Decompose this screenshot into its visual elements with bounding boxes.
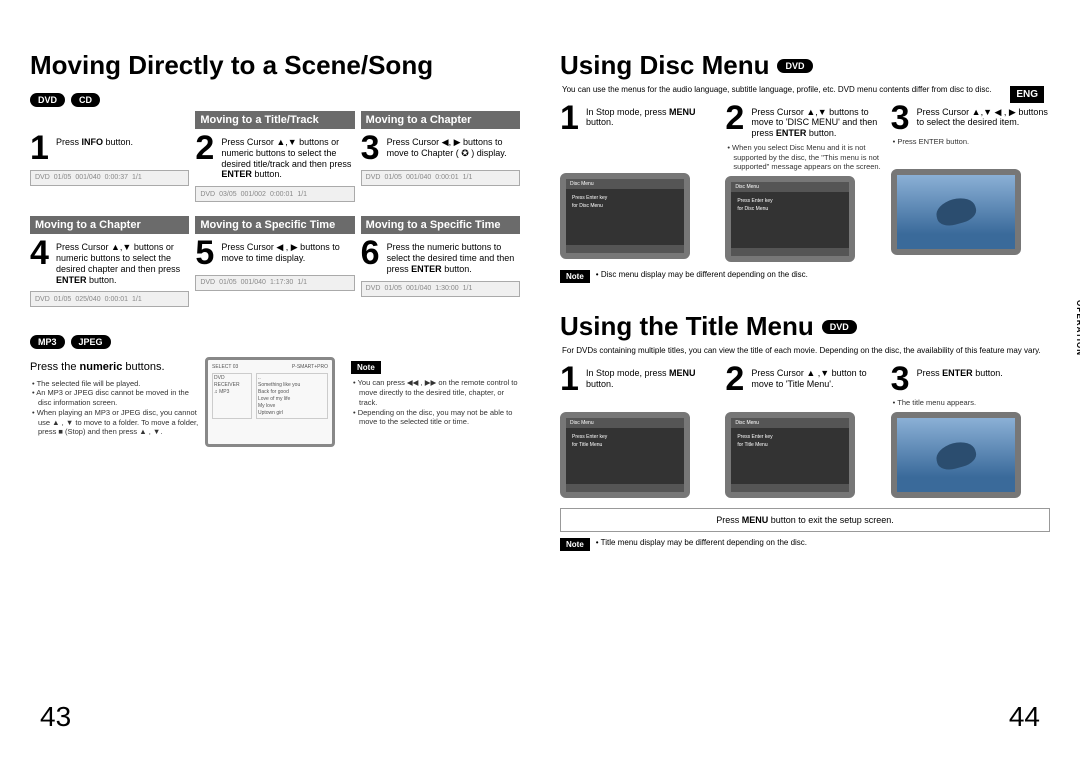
step-6: Moving to a Specific Time 6 Press the nu…	[361, 216, 520, 307]
title-menu-title: Using the Title Menu DVD	[560, 311, 1050, 342]
left-page: Moving Directly to a Scene/Song DVD CD .…	[30, 50, 520, 743]
cd-pill: CD	[71, 93, 100, 107]
page-spread: Moving Directly to a Scene/Song DVD CD .…	[0, 0, 1080, 763]
right-page-number: 44	[1009, 701, 1040, 733]
title-menu-intro: For DVDs containing multiple titles, you…	[562, 346, 1050, 356]
dvd-pill: DVD	[30, 93, 65, 107]
tv-screen: Disc Menu Press Enter keyfor Title Menu	[725, 412, 855, 498]
right-page: Using Disc Menu DVD You can use the menu…	[560, 50, 1050, 743]
tv-screen-dolphin	[891, 169, 1021, 255]
bottom-bullets: The selected file will be played. An MP3…	[30, 379, 199, 438]
disc-step-3: 3 Press Cursor ▲,▼ ◀ , ▶ buttons to sele…	[891, 103, 1050, 263]
info-bar: DVD01/05025/0400:00:011/1	[30, 291, 189, 307]
tv-screen: Disc Menu Press Enter keyfor Disc Menu	[725, 176, 855, 262]
step-text: Press	[56, 137, 82, 147]
disc-step-2: 2 Press Cursor ▲,▼ buttons to move to 'D…	[725, 103, 884, 263]
jpeg-pill: JPEG	[71, 335, 111, 349]
info-bar: DVD01/05001/0400:00:011/1	[361, 170, 520, 186]
dvd-pill: DVD	[777, 59, 812, 73]
left-page-number: 43	[40, 701, 71, 733]
exit-note: Press MENU button to exit the setup scre…	[560, 508, 1050, 532]
bottom-pills: MP3 JPEG	[30, 335, 520, 349]
title-step-2: 2 Press Cursor ▲ ,▼ button to move to 'T…	[725, 364, 884, 499]
title-step-3: 3 Press ENTER button. The title menu app…	[891, 364, 1050, 499]
step-4: Moving to a Chapter 4 Press Cursor ▲,▼ b…	[30, 216, 189, 307]
mp3-pill: MP3	[30, 335, 65, 349]
step-1: . 1 Press INFO button. DVD01/05001/0400:…	[30, 111, 189, 202]
info-bar: DVD01/05001/0401:17:301/1	[195, 275, 354, 291]
disc-menu-steps: 1 In Stop mode, press MENU button. Disc …	[560, 103, 1050, 263]
info-bar: DVD01/05001/0401:30:001/1	[361, 281, 520, 297]
disc-menu-title: Using Disc Menu DVD	[560, 50, 1050, 81]
info-bar: DVD03/05001/0020:00:011/1	[195, 186, 354, 202]
step-num: 1	[30, 133, 52, 164]
step-row-2: Moving to a Chapter 4 Press Cursor ▲,▼ b…	[30, 216, 520, 307]
operation-side-label: OPERATION	[1075, 300, 1080, 356]
note-bullets: You can press ◀◀ , ▶▶ on the remote cont…	[351, 378, 520, 427]
title-step-1: 1 In Stop mode, press MENU button. Disc …	[560, 364, 719, 499]
info-bar: DVD01/05001/0400:00:371/1	[30, 170, 189, 186]
top-pills: DVD CD	[30, 93, 520, 107]
title-menu-note: Note • Title menu display may be differe…	[560, 538, 1050, 551]
dvd-pill: DVD	[822, 320, 857, 334]
bottom-row: Press the numeric buttons. The selected …	[30, 353, 520, 447]
step-5: Moving to a Specific Time 5 Press Cursor…	[195, 216, 354, 307]
tv-screen: Disc Menu Press Enter keyfor Disc Menu	[560, 173, 690, 259]
tv-screen: Disc Menu Press Enter keyfor Title Menu	[560, 412, 690, 498]
step-3: Moving to a Chapter 3 Press Cursor ◀, ▶ …	[361, 111, 520, 202]
title-menu-steps: 1 In Stop mode, press MENU button. Disc …	[560, 364, 1050, 499]
note-label: Note	[351, 361, 381, 374]
disc-menu-intro: You can use the menus for the audio lang…	[562, 85, 1050, 95]
step-row-1: . 1 Press INFO button. DVD01/05001/0400:…	[30, 111, 520, 202]
left-page-title: Moving Directly to a Scene/Song	[30, 50, 520, 81]
disc-step-1: 1 In Stop mode, press MENU button. Disc …	[560, 103, 719, 263]
step-2: Moving to a Title/Track 2 Press Cursor ▲…	[195, 111, 354, 202]
tv-screen-dolphin	[891, 412, 1021, 498]
file-browser: SELECT 03P-SMART+PRO DVD RECEIVER♫ MP3 .…	[205, 357, 335, 447]
disc-menu-note: Note • Disc menu display may be differen…	[560, 270, 1050, 283]
